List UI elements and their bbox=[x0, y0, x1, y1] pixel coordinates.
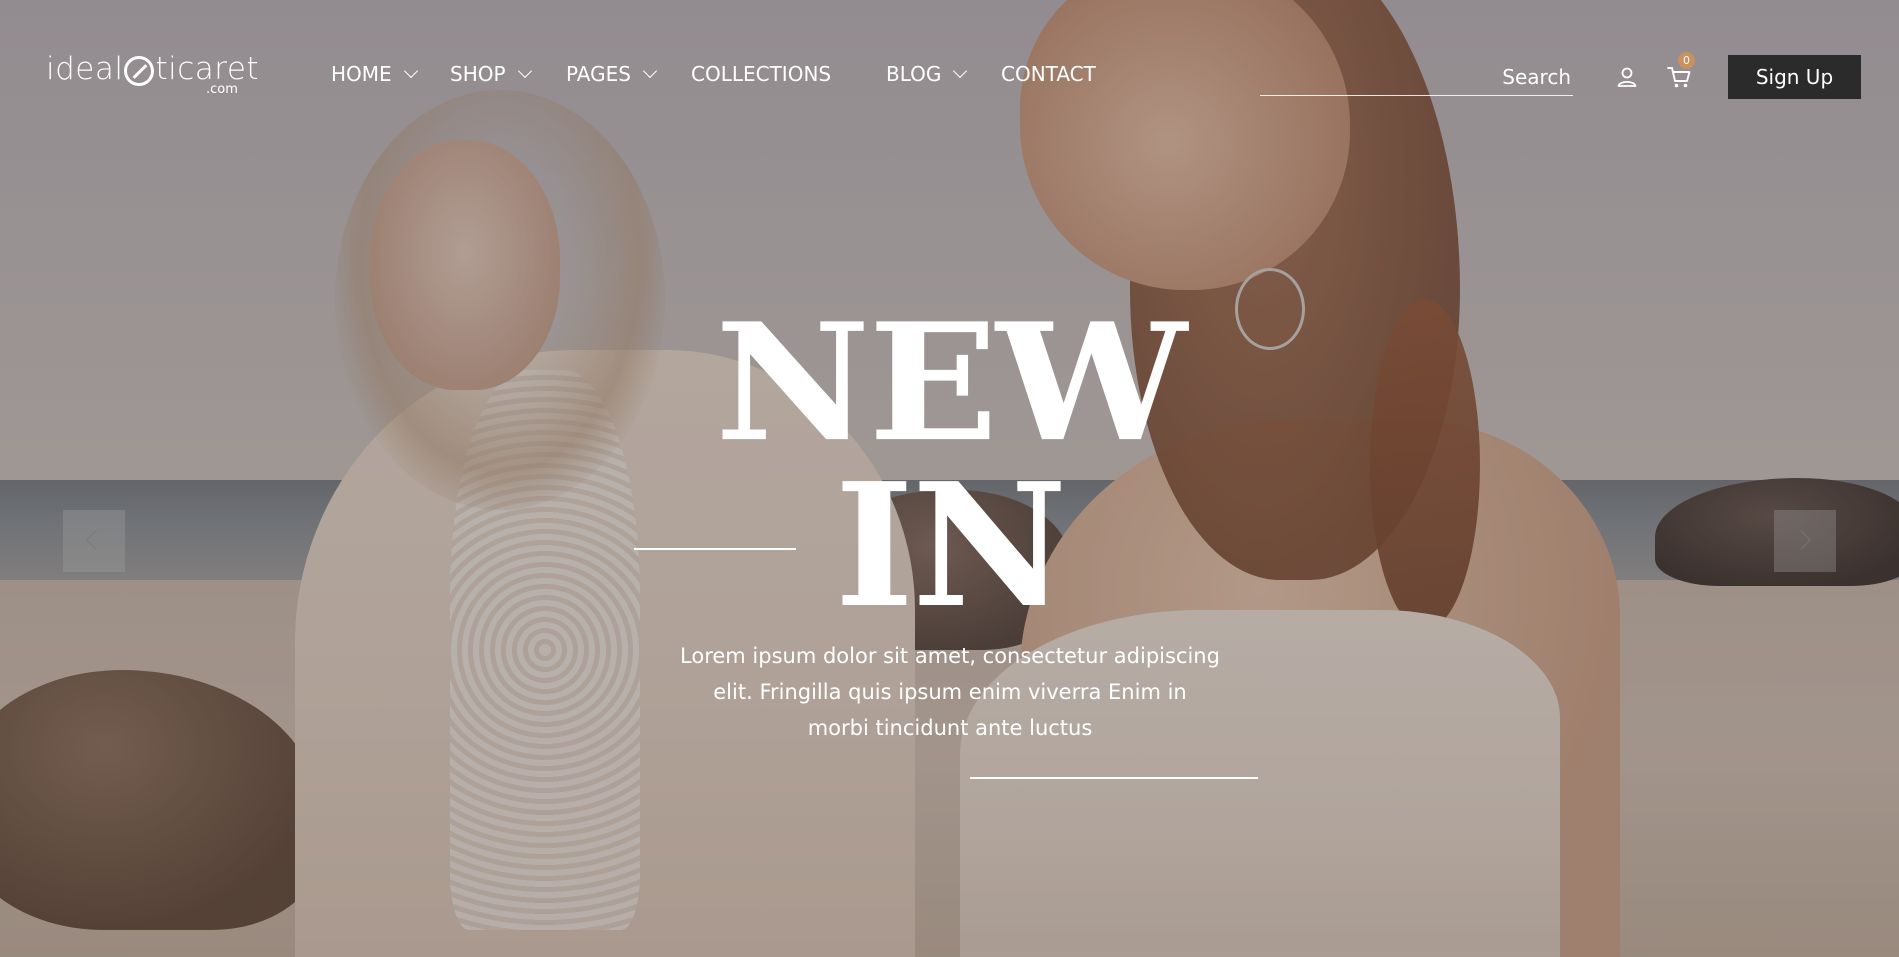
user-icon[interactable] bbox=[1616, 66, 1638, 88]
site-header: ideal ticaret .com HOME SHOP PAGES COLLE… bbox=[0, 0, 1899, 120]
nav-label: BLOG bbox=[886, 62, 942, 86]
nav-label: PAGES bbox=[566, 62, 631, 86]
nav-item-shop[interactable]: SHOP bbox=[450, 62, 566, 86]
decorative-divider bbox=[970, 777, 1258, 779]
chevron-down-icon bbox=[642, 63, 658, 79]
hero-description: Lorem ipsum dolor sit amet, consectetur … bbox=[680, 644, 1220, 740]
site-logo[interactable]: ideal ticaret .com bbox=[46, 54, 259, 98]
logo-suffix: ticaret bbox=[155, 51, 260, 87]
nav-item-home[interactable]: HOME bbox=[331, 62, 450, 86]
main-nav: HOME SHOP PAGES COLLECTIONS BLOG CONTACT bbox=[331, 62, 1096, 86]
nav-label: CONTACT bbox=[1001, 62, 1096, 86]
hero-slider: ideal ticaret .com HOME SHOP PAGES COLLE… bbox=[0, 0, 1899, 957]
chevron-right-icon bbox=[1791, 530, 1811, 550]
headline-line-2: IN bbox=[834, 445, 1068, 646]
sign-up-button[interactable]: Sign Up bbox=[1728, 55, 1861, 99]
hero-headline: NEW IN bbox=[620, 288, 1280, 646]
nav-label: HOME bbox=[331, 62, 392, 86]
nav-item-collections[interactable]: COLLECTIONS bbox=[691, 62, 886, 86]
chevron-down-icon bbox=[403, 63, 418, 79]
logo-domain: .com bbox=[206, 82, 238, 97]
nav-label: COLLECTIONS bbox=[691, 62, 832, 86]
search-field bbox=[1260, 62, 1573, 96]
slider-next-button[interactable] bbox=[1774, 510, 1836, 572]
chevron-down-icon bbox=[517, 63, 532, 79]
nav-item-pages[interactable]: PAGES bbox=[566, 62, 691, 86]
headline-line-1: NEW bbox=[715, 288, 1187, 479]
chevron-left-icon bbox=[86, 530, 106, 550]
nav-label: SHOP bbox=[450, 62, 506, 86]
cart-count-badge: 0 bbox=[1678, 52, 1695, 69]
slider-prev-button[interactable] bbox=[63, 510, 125, 572]
chevron-down-icon bbox=[953, 63, 968, 79]
search-input[interactable] bbox=[1260, 62, 1573, 92]
nav-item-contact[interactable]: CONTACT bbox=[1001, 62, 1096, 86]
logo-prefix: ideal bbox=[46, 51, 124, 87]
logo-mark-icon bbox=[124, 56, 155, 86]
nav-item-blog[interactable]: BLOG bbox=[886, 62, 1001, 86]
decorative-divider bbox=[634, 548, 796, 550]
